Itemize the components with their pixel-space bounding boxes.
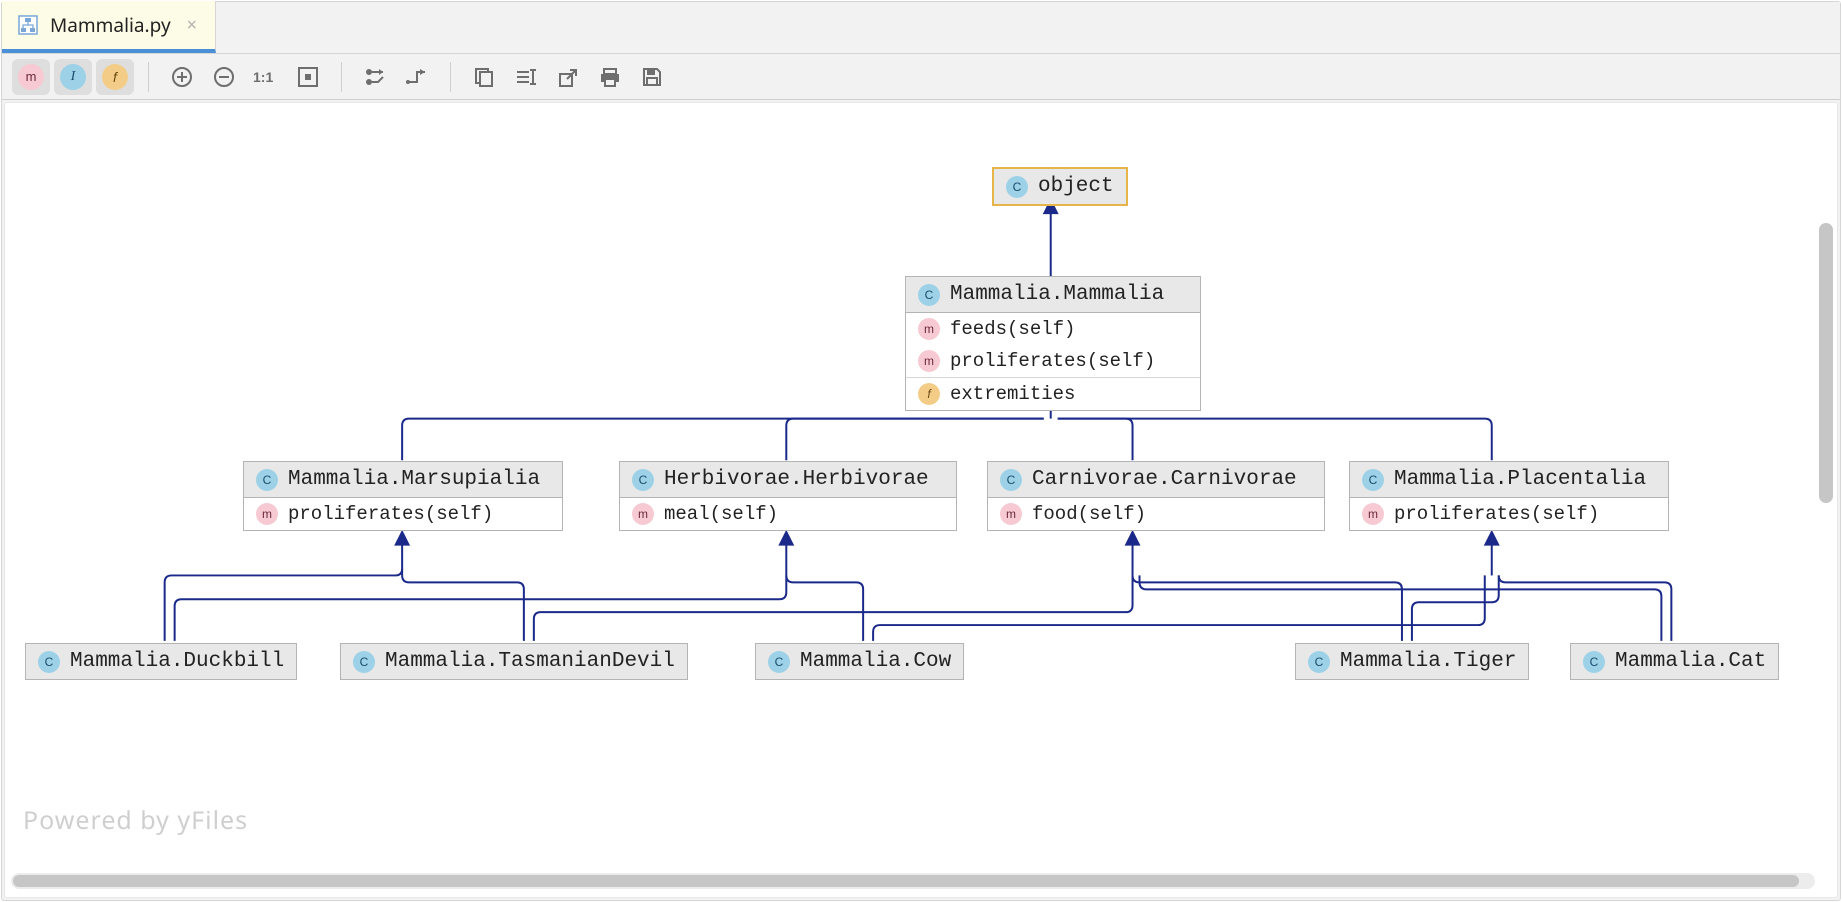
close-icon[interactable]: × — [187, 13, 197, 37]
method-badge-icon: m — [1000, 503, 1022, 525]
filter-methods-button[interactable]: m — [12, 59, 50, 95]
method-row[interactable]: m proliferates(self) — [244, 498, 562, 530]
class-name: Mammalia.Mammalia — [950, 283, 1164, 306]
class-name: Mammalia.Cow — [800, 650, 951, 673]
class-badge-icon: C — [1308, 651, 1330, 673]
class-badge-icon: C — [632, 469, 654, 491]
class-name: Mammalia.TasmanianDevil — [385, 650, 675, 673]
method-badge-icon: m — [1362, 503, 1384, 525]
zoom-out-button[interactable] — [205, 59, 243, 95]
class-node-object[interactable]: C object — [993, 168, 1127, 205]
method-row[interactable]: m feeds(self) — [906, 313, 1200, 345]
filter-fields-button[interactable]: f — [96, 59, 134, 95]
class-badge-icon: C — [1000, 469, 1022, 491]
class-node-carnivorae[interactable]: C Carnivorae.Carnivorae m food(self) — [987, 461, 1325, 531]
print-button[interactable] — [591, 59, 629, 95]
watermark: Powered by yFiles — [23, 803, 248, 837]
class-name: Carnivorae.Carnivorae — [1032, 468, 1297, 491]
method-row[interactable]: m meal(self) — [620, 498, 956, 530]
field-row[interactable]: f extremities — [906, 378, 1200, 410]
method-name: proliferates(self) — [288, 503, 493, 525]
class-badge-icon: C — [256, 469, 278, 491]
method-name: meal(self) — [664, 503, 778, 525]
separator — [450, 62, 451, 92]
class-node-herbivorae[interactable]: C Herbivorae.Herbivorae m meal(self) — [619, 461, 957, 531]
tab-strip: Mammalia.py × — [2, 2, 1840, 54]
method-name: feeds(self) — [950, 318, 1075, 340]
route-edges-button[interactable] — [398, 59, 436, 95]
class-name: Mammalia.Cat — [1615, 650, 1766, 673]
fit-content-button[interactable] — [289, 59, 327, 95]
initializer-badge-icon: I — [60, 64, 86, 90]
class-node-tasmaniandevil[interactable]: C Mammalia.TasmanianDevil — [340, 643, 688, 680]
method-name: proliferates(self) — [950, 350, 1155, 372]
class-badge-icon: C — [918, 284, 940, 306]
field-badge-icon: f — [918, 383, 940, 405]
class-name: Mammalia.Duckbill — [70, 650, 284, 673]
method-badge-icon: m — [918, 350, 940, 372]
class-node-cat[interactable]: C Mammalia.Cat — [1570, 643, 1779, 680]
class-node-duckbill[interactable]: C Mammalia.Duckbill — [25, 643, 297, 680]
method-badge-icon: m — [256, 503, 278, 525]
horizontal-scrollbar[interactable] — [11, 873, 1815, 889]
tab-label: Mammalia.py — [50, 12, 171, 38]
method-name: food(self) — [1032, 503, 1146, 525]
apply-layout-button[interactable] — [356, 59, 394, 95]
field-badge-icon: f — [102, 64, 128, 90]
class-node-mammalia[interactable]: C Mammalia.Mammalia m feeds(self) m prol… — [905, 276, 1201, 411]
method-badge-icon: m — [918, 318, 940, 340]
class-node-placentalia[interactable]: C Mammalia.Placentalia m proliferates(se… — [1349, 461, 1669, 531]
zoom-actual-button[interactable]: 1:1 — [247, 59, 285, 95]
class-name: Mammalia.Marsupialia — [288, 468, 540, 491]
class-badge-icon: C — [38, 651, 60, 673]
svg-text:1:1: 1:1 — [253, 69, 273, 85]
class-node-marsupialia[interactable]: C Mammalia.Marsupialia m proliferates(se… — [243, 461, 563, 531]
rename-button[interactable] — [507, 59, 545, 95]
class-name: Mammalia.Placentalia — [1394, 468, 1646, 491]
diagram-file-icon — [16, 13, 40, 37]
separator — [148, 62, 149, 92]
field-name: extremities — [950, 383, 1075, 405]
method-row[interactable]: m proliferates(self) — [906, 345, 1200, 377]
save-button[interactable] — [633, 59, 671, 95]
scrollbar-thumb[interactable] — [13, 875, 1799, 887]
diagram-window: Mammalia.py × m I f 1:1 — [1, 1, 1841, 901]
class-name: Herbivorae.Herbivorae — [664, 468, 929, 491]
copy-button[interactable] — [465, 59, 503, 95]
method-badge-icon: m — [632, 503, 654, 525]
class-badge-icon: C — [1583, 651, 1605, 673]
tab-mammalia[interactable]: Mammalia.py × — [2, 1, 216, 53]
class-name: Mammalia.Tiger — [1340, 650, 1516, 673]
export-button[interactable] — [549, 59, 587, 95]
method-badge-icon: m — [18, 64, 44, 90]
class-node-tiger[interactable]: C Mammalia.Tiger — [1295, 643, 1529, 680]
scrollbar-thumb[interactable] — [1819, 223, 1833, 503]
method-row[interactable]: m food(self) — [988, 498, 1324, 530]
class-badge-icon: C — [1006, 176, 1028, 198]
filter-initializers-button[interactable]: I — [54, 59, 92, 95]
class-node-cow[interactable]: C Mammalia.Cow — [755, 643, 964, 680]
zoom-in-button[interactable] — [163, 59, 201, 95]
diagram-canvas[interactable]: C object C Mammalia.Mammalia m feeds(sel… — [4, 102, 1838, 898]
vertical-scrollbar[interactable] — [1817, 223, 1833, 817]
separator — [341, 62, 342, 92]
class-badge-icon: C — [353, 651, 375, 673]
class-name: object — [1038, 175, 1114, 198]
method-name: proliferates(self) — [1394, 503, 1599, 525]
class-badge-icon: C — [1362, 469, 1384, 491]
class-badge-icon: C — [768, 651, 790, 673]
method-row[interactable]: m proliferates(self) — [1350, 498, 1668, 530]
toolbar: m I f 1:1 — [2, 54, 1840, 100]
